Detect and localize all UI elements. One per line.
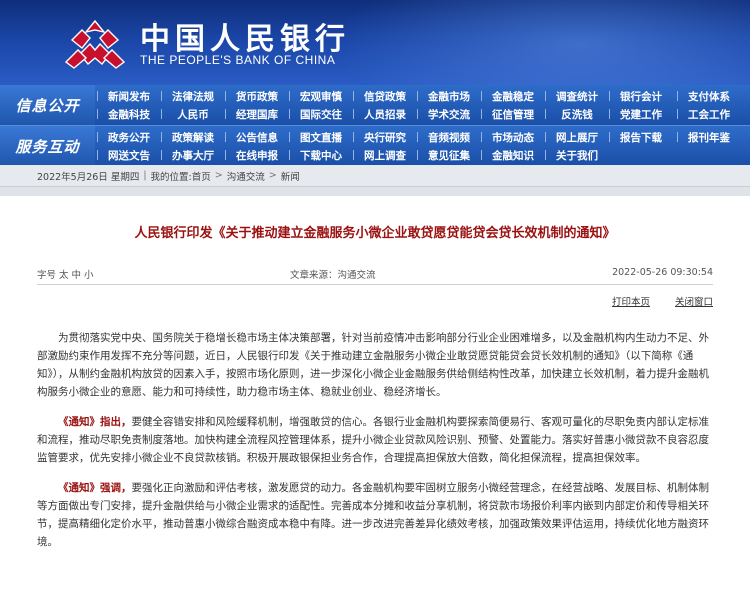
- paragraph-3-text: 要强化正向激励和评估考核，激发愿贷的动力。各金融机构要牢固树立服务小微经营理念，…: [37, 482, 709, 548]
- nav-item[interactable]: 支付体系: [677, 88, 741, 104]
- article-title: 人民银行印发《关于推动建立金融服务小微企业敢贷愿贷能贷会贷长效机制的通知》: [134, 226, 616, 241]
- nav-item[interactable]: 网上调查: [353, 147, 417, 163]
- article-datetime: 2022-05-26 09:30:54: [612, 267, 713, 278]
- nav-item[interactable]: 下载中心: [289, 147, 353, 163]
- font-size-controls[interactable]: 字号 太 中 小: [37, 267, 94, 281]
- current-date: 2022年5月26日 星期四: [37, 171, 140, 183]
- breadcrumb-location-home[interactable]: 我的位置:首页: [151, 169, 211, 183]
- nav-item[interactable]: 银行会计: [609, 88, 673, 104]
- nav-item[interactable]: 在线申报: [225, 147, 289, 163]
- article-meta: 字号 太 中 小 文章来源：沟通交流 2022-05-26 09:30:54: [37, 267, 713, 283]
- breadcrumb-arrow-icon: >: [214, 170, 223, 181]
- nav-item[interactable]: 政策解读: [161, 129, 225, 145]
- nav-section-service-interaction[interactable]: 服务互动: [0, 126, 95, 166]
- paragraph-2-text: 要健全容错安排和风险缓释机制，增强敢贷的信心。各银行业金融机构要探索简便易行、客…: [37, 416, 709, 464]
- nav-item[interactable]: 网上展厅: [545, 129, 609, 145]
- print-page-link[interactable]: 打印本页: [612, 297, 650, 308]
- nav-row-service-interaction: 服务互动 政务公开 政策解读 公告信息 图文直播 央行研究 音频视频 市场动态 网上展厅 报告下…: [0, 125, 750, 166]
- site-header: 中国人民银行 THE PEOPLE'S BANK OF CHINA: [0, 0, 750, 85]
- nav-item[interactable]: 金融知识: [481, 147, 545, 163]
- nav-item[interactable]: 人民币: [161, 106, 225, 122]
- nav-item[interactable]: 金融科技: [97, 106, 161, 122]
- nav-item[interactable]: 公告信息: [225, 129, 289, 145]
- logo-english-name[interactable]: THE PEOPLE'S BANK OF CHINA: [140, 53, 335, 67]
- pboc-emblem-icon: [64, 19, 126, 69]
- nav-item[interactable]: 宏观审慎: [289, 88, 353, 104]
- close-window-link[interactable]: 关闭窗口: [675, 297, 713, 308]
- nav-item[interactable]: 国际交往: [289, 106, 353, 122]
- nav-item[interactable]: 学术交流: [417, 106, 481, 122]
- nav-item[interactable]: 经理国库: [225, 106, 289, 122]
- nav-row-info-disclosure: 信息公开 新闻发布 法律法规 货币政策 宏观审慎 信贷政策 金融市场 金融稳定 调查统计 银行会…: [0, 85, 750, 125]
- nav-item[interactable]: 新闻发布: [97, 88, 161, 104]
- article-container: 人民银行印发《关于推动建立金融服务小微企业敢贷愿贷能贷会贷长效机制的通知》 字号…: [0, 196, 750, 591]
- separator: |: [143, 170, 147, 181]
- breadcrumb-level2[interactable]: 新闻: [281, 169, 300, 183]
- nav-item[interactable]: 金融稳定: [481, 88, 545, 104]
- nav-grid-info: 新闻发布 法律法规 货币政策 宏观审慎 信贷政策 金融市场 金融稳定 调查统计 银行会计 支付体系…: [95, 85, 750, 125]
- nav-item[interactable]: 货币政策: [225, 88, 289, 104]
- nav-item[interactable]: 图文直播: [289, 129, 353, 145]
- nav-item[interactable]: 关于我们: [545, 147, 609, 163]
- nav-item[interactable]: 意见征集: [417, 147, 481, 163]
- breadcrumb-level1[interactable]: 沟通交流: [227, 169, 265, 183]
- paragraph-2: 《通知》指出，要健全容错安排和风险缓释机制，增强敢贷的信心。各银行业金融机构要探…: [37, 413, 713, 467]
- nav-item[interactable]: 市场动态: [481, 129, 545, 145]
- nav-item[interactable]: 音频视频: [417, 129, 481, 145]
- paragraph-3-lead: 《通知》强调，: [58, 482, 132, 494]
- article-body: 为贯彻落实党中央、国务院关于稳增长稳市场主体决策部署，针对当前疫情冲击影响部分行…: [37, 329, 713, 563]
- nav-item[interactable]: 调查统计: [545, 88, 609, 104]
- nav-item[interactable]: 信贷政策: [353, 88, 417, 104]
- breadcrumb-arrow-icon: >: [268, 170, 277, 181]
- nav-item[interactable]: 政务公开: [97, 129, 161, 145]
- nav-item[interactable]: 工会工作: [677, 106, 741, 122]
- nav-item[interactable]: 报告下载: [609, 129, 673, 145]
- nav-section-info-disclosure[interactable]: 信息公开: [0, 85, 95, 125]
- nav-item[interactable]: 法律法规: [161, 88, 225, 104]
- nav-item[interactable]: 征信管理: [481, 106, 545, 122]
- nav-item[interactable]: 反洗钱: [545, 106, 609, 122]
- nav-item[interactable]: 报刊年鉴: [677, 129, 741, 145]
- nav-item[interactable]: 金融市场: [417, 88, 481, 104]
- nav-item[interactable]: 办事大厅: [161, 147, 225, 163]
- paragraph-1: 为贯彻落实党中央、国务院关于稳增长稳市场主体决策部署，针对当前疫情冲击影响部分行…: [37, 332, 709, 398]
- main-navigation: 信息公开 新闻发布 法律法规 货币政策 宏观审慎 信贷政策 金融市场 金融稳定 调查统计 银行会…: [0, 85, 750, 166]
- divider: [37, 284, 713, 285]
- logo-chinese-name[interactable]: 中国人民银行: [140, 14, 350, 58]
- nav-item[interactable]: 网送文告: [97, 147, 161, 163]
- paragraph-3: 《通知》强调，要强化正向激励和评估考核，激发愿贷的动力。各金融机构要牢固树立服务…: [37, 479, 713, 551]
- article-source: 文章来源：沟通交流: [290, 270, 376, 281]
- paragraph-2-lead: 《通知》指出，: [58, 416, 132, 428]
- nav-item[interactable]: 党建工作: [609, 106, 673, 122]
- article-actions: 打印本页 关闭窗口: [590, 294, 713, 308]
- nav-grid-service: 政务公开 政策解读 公告信息 图文直播 央行研究 音频视频 市场动态 网上展厅 报告下载 报刊年鉴…: [95, 126, 750, 166]
- nav-item[interactable]: 央行研究: [353, 129, 417, 145]
- page: 中国人民银行 THE PEOPLE'S BANK OF CHINA 信息公开 新…: [0, 0, 750, 591]
- nav-item[interactable]: 人员招录: [353, 106, 417, 122]
- breadcrumb: 2022年5月26日 星期四 | 我的位置:首页 > 沟通交流 > 新闻: [0, 165, 750, 187]
